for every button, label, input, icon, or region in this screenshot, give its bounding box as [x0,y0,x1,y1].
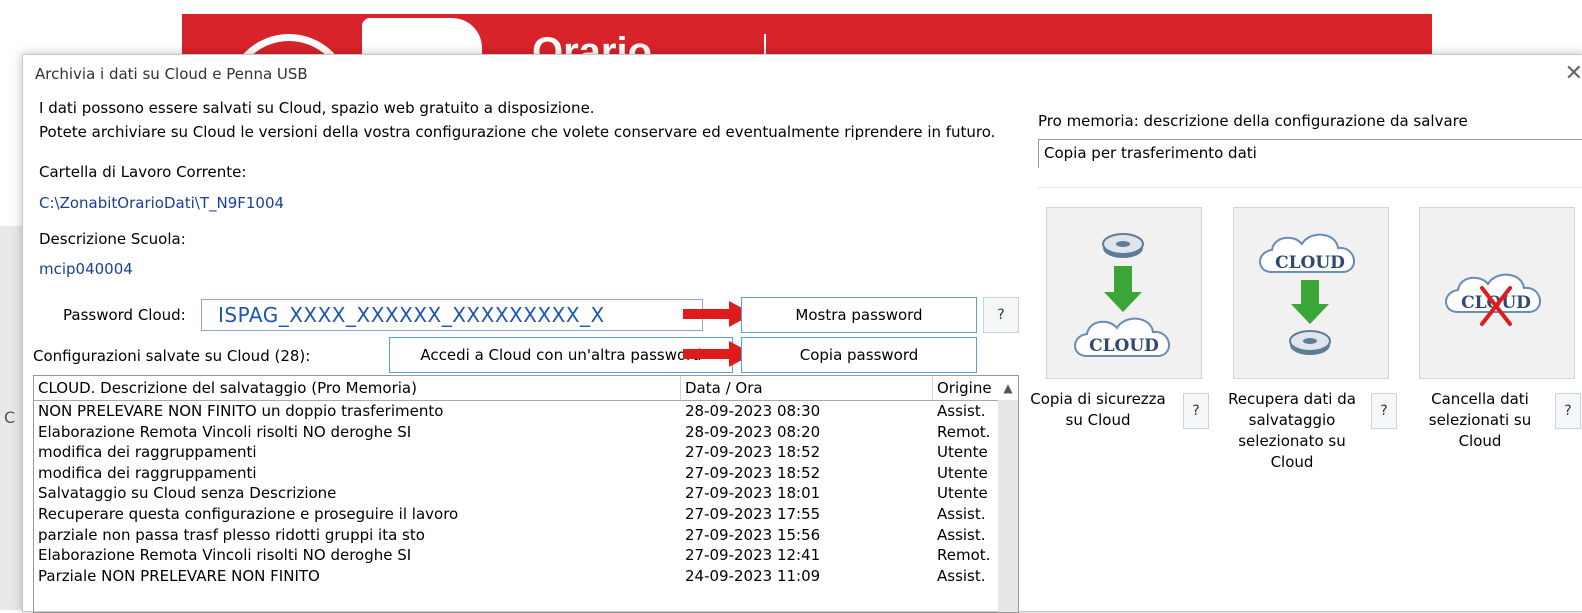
close-icon[interactable]: ✕ [1565,61,1582,86]
cell-origin: Assist. [937,525,986,544]
memo-input[interactable]: Copia per trasferimento dati [1038,140,1582,168]
cell-datetime: 27-09-2023 15:56 [685,525,821,544]
password-field[interactable]: ISPAG_XXXX_XXXXXX_XXXXXXXXX_X [201,299,703,331]
restore-label: Recupera dati da salvataggio selezionato… [1228,390,1356,471]
memo-value: Copia per trasferimento dati [1044,144,1257,162]
delete-on-cloud-button[interactable]: CLOUD [1419,207,1575,379]
cell-origin: Utente [937,463,988,482]
column-header-origin[interactable]: Origine [933,376,997,400]
cell-datetime: 28-09-2023 08:30 [685,402,821,420]
cell-description: modifica dei raggruppamenti [38,463,257,482]
cell-origin: Utente [937,484,988,503]
backup-to-cloud-icon: CLOUD [1074,233,1170,357]
password-label: Password Cloud: [63,306,186,324]
restore-from-cloud-icon: CLOUD [1259,233,1355,355]
help-button-backup[interactable]: ? [1183,393,1209,429]
cell-datetime: 27-09-2023 17:55 [685,505,821,523]
table-row[interactable]: Elaborazione Remota Vincoli risolti NO d… [34,545,1018,566]
help-button-password[interactable]: ? [983,297,1019,333]
cloud-saves-table[interactable]: CLOUD. Descrizione del salvataggio (Pro … [33,375,1019,613]
cell-origin: Assist. [937,505,986,523]
cloud-archive-dialog: Archivia i dati su Cloud e Penna USB ✕ I… [22,54,1582,613]
workdir-value: C:\ZonabitOrarioDati\T_N9F1004 [39,194,285,212]
school-value: mcip040004 [39,260,133,278]
show-password-button[interactable]: Mostra password [741,297,977,333]
divider [1038,187,1582,188]
table-scrollbar[interactable] [998,400,1018,612]
column-header-datetime[interactable]: Data / Ora [681,376,933,400]
table-row[interactable]: modifica dei raggruppamenti 27-09-2023 18… [34,463,1018,484]
table-header: CLOUD. Descrizione del salvataggio (Pro … [34,376,1018,401]
cell-description: Parziale NON PRELEVARE NON FINITO [38,566,320,585]
dialog-title: Archivia i dati su Cloud e Penna USB [35,65,308,83]
cell-datetime: 24-09-2023 11:09 [685,566,821,585]
background-char: C [4,408,16,427]
saved-configs-label: Configurazioni salvate su Cloud (28): [33,347,311,365]
delete-on-cloud-icon: CLOUD [1445,273,1541,326]
cell-description: NON PRELEVARE NON FINITO un doppio trasf… [38,402,444,420]
backup-to-cloud-button[interactable]: CLOUD [1046,207,1202,379]
other-password-button[interactable]: Accedi a Cloud con un'altra password [389,337,733,373]
cell-origin: Utente [937,443,988,462]
cell-origin: Assist. [937,566,986,585]
copy-password-button[interactable]: Copia password [741,337,977,373]
intro-line-1: I dati possono essere salvati su Cloud, … [39,99,595,117]
restore-from-cloud-button[interactable]: CLOUD [1233,207,1389,379]
table-row[interactable]: NON PRELEVARE NON FINITO un doppio trasf… [34,401,1018,422]
table-row[interactable]: modifica dei raggruppamenti 27-09-2023 18… [34,442,1018,463]
delete-label: Cancella dati selezionati su Cloud [1428,390,1532,450]
cell-description: modifica dei raggruppamenti [38,443,257,462]
table-row[interactable]: Elaborazione Remota Vincoli risolti NO d… [34,422,1018,443]
backup-label: Copia di sicurezza su Cloud [1030,390,1166,429]
table-row[interactable]: Parziale NON PRELEVARE NON FINITO 24-09-2… [34,566,1018,587]
cell-datetime: 27-09-2023 18:52 [685,463,821,482]
cell-description: Salvataggio su Cloud senza Descrizione [38,484,337,503]
background-banner: Orario [182,14,1432,58]
memo-label: Pro memoria: descrizione della configura… [1038,112,1468,130]
cloud-text: CLOUD [1089,336,1159,356]
workdir-label: Cartella di Lavoro Corrente: [39,163,247,181]
cell-description: Recuperare questa configurazione e prose… [38,505,459,523]
table-row[interactable]: parziale non passa trasf plesso ridotti … [34,525,1018,546]
table-row[interactable]: Salvataggio su Cloud senza Descrizione 27… [34,483,1018,504]
cell-description: parziale non passa trasf plesso ridotti … [38,525,425,544]
school-label: Descrizione Scuola: [39,230,186,248]
cloud-text-2: CLOUD [1275,253,1345,273]
cell-datetime: 27-09-2023 18:01 [685,484,821,503]
cell-datetime: 27-09-2023 12:41 [685,546,821,565]
cell-origin: Remot. [937,546,991,565]
cell-description: Elaborazione Remota Vincoli risolti NO d… [38,546,412,565]
cell-origin: Assist. [937,402,986,420]
column-header-description[interactable]: CLOUD. Descrizione del salvataggio (Pro … [34,376,681,400]
scroll-up-icon[interactable]: ▲ [998,376,1018,400]
cell-description: Elaborazione Remota Vincoli risolti NO d… [38,422,412,441]
logo-shape [362,18,482,58]
table-row[interactable]: Recuperare questa configurazione e prose… [34,504,1018,525]
help-button-restore[interactable]: ? [1371,393,1397,429]
intro-line-2: Potete archiviare su Cloud le versioni d… [39,123,996,141]
help-button-delete[interactable]: ? [1555,393,1581,429]
password-value: ISPAG_XXXX_XXXXXX_XXXXXXXXX_X [218,303,605,327]
cell-datetime: 28-09-2023 08:20 [685,422,821,441]
cell-datetime: 27-09-2023 18:52 [685,443,821,462]
cell-origin: Remot. [937,422,991,441]
